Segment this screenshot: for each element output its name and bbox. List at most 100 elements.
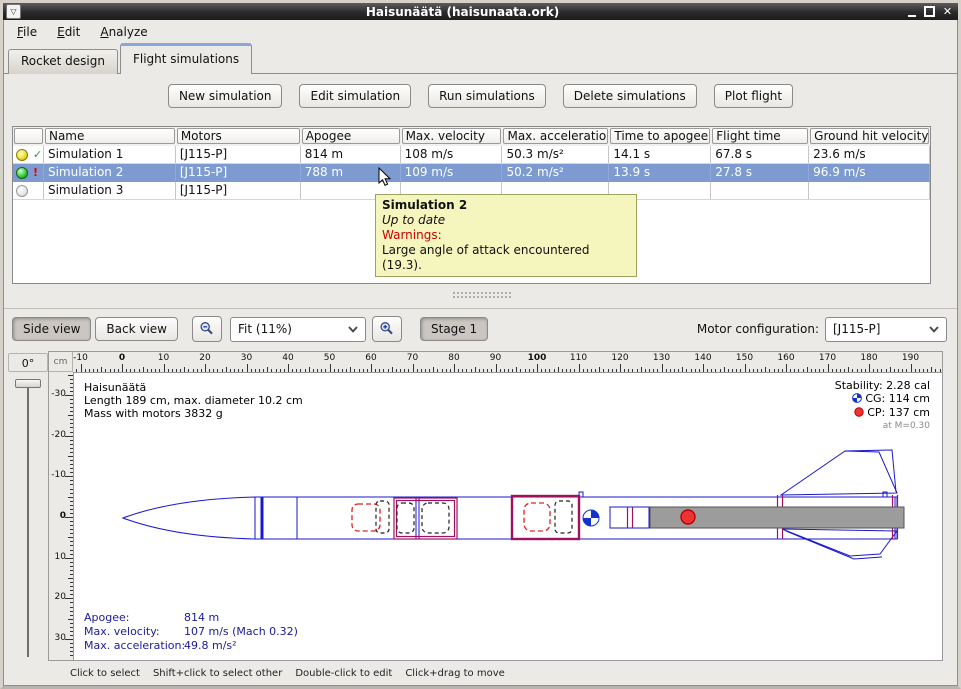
stability-info-block: Stability: 2.28 cal CG: 114 cm CP: 137 c… — [835, 379, 930, 433]
splitter-grip-icon — [452, 291, 512, 299]
stability-value: Stability: 2.28 cal — [835, 379, 930, 392]
cp-label: CP: — [867, 406, 885, 419]
tooltip-warning-text: Large angle of attack encountered (19.3)… — [382, 243, 630, 273]
close-icon: ✕ — [943, 5, 952, 19]
title-bar[interactable]: ▽ Haisunäätä (haisunaata.ork) ✕ — [3, 3, 958, 20]
motor-configuration-group: Motor configuration: [J115-P] — [697, 317, 947, 342]
rocket-name: Haisunäätä — [84, 381, 303, 394]
motor-configuration-label: Motor configuration: — [697, 322, 819, 336]
fin-upper — [781, 451, 897, 495]
mach-note: at M=0.30 — [835, 420, 930, 433]
table-body: ✓Simulation 1[J115-P]814 m108 m/s50.3 m/… — [13, 146, 930, 200]
edit-simulation-button[interactable]: Edit simulation — [299, 84, 411, 108]
hint-bar: Click to selectShift+click to select oth… — [4, 663, 957, 683]
mouse-cursor — [378, 167, 392, 187]
cg-icon — [852, 393, 862, 406]
hint-text: Double-click to edit — [295, 668, 392, 679]
cell-max_acceleration: 50.2 m/s² — [502, 164, 609, 181]
rotation-slider-track — [27, 383, 29, 657]
column-time_to_apogee[interactable]: Time to apogee — [610, 128, 710, 144]
tooltip-warnings-label: Warnings: — [382, 228, 630, 243]
column-apogee[interactable]: Apogee — [302, 128, 400, 144]
back-view-button[interactable]: Back view — [95, 317, 178, 341]
cell-motors: [J115-P] — [176, 182, 301, 199]
max-acceleration-label: Max. acceleration: — [84, 639, 184, 653]
status-ball-icon — [16, 149, 28, 161]
zoom-level-select[interactable]: Fit (11%) — [230, 317, 366, 342]
cell-max_velocity: 108 m/s — [401, 146, 503, 163]
column-status[interactable] — [14, 128, 43, 144]
max-velocity-value: 107 m/s (Mach 0.32) — [184, 625, 298, 639]
new-simulation-button[interactable]: New simulation — [168, 84, 283, 108]
side-view-button[interactable]: Side view — [12, 317, 91, 341]
tab-flight-simulations[interactable]: Flight simulations — [120, 43, 252, 74]
tooltip-status: Up to date — [382, 213, 630, 228]
rocket-info-block: Haisunäätä Length 189 cm, max. diameter … — [84, 381, 303, 420]
cell-flight_time: 27.8 s — [711, 164, 809, 181]
magnifier-minus-icon — [199, 321, 215, 337]
cell-ground_hit_velocity — [809, 182, 930, 199]
minimize-button[interactable] — [904, 5, 919, 19]
rotation-slider-handle[interactable] — [15, 379, 41, 388]
ruler-unit-label: cm — [49, 352, 73, 372]
delete-simulations-button[interactable]: Delete simulations — [563, 84, 697, 108]
cell-ground_hit_velocity: 96.9 m/s — [809, 164, 930, 181]
minimize-icon — [908, 15, 916, 17]
column-max_velocity[interactable]: Max. velocity — [402, 128, 502, 144]
chevron-down-icon — [341, 326, 365, 333]
status-warning-icon: ! — [33, 167, 38, 179]
cg-value: 114 cm — [889, 392, 930, 405]
window-controls: ✕ — [904, 5, 955, 19]
menu-bar: File Edit Analyze — [3, 20, 958, 44]
menu-file[interactable]: File — [11, 22, 43, 42]
cell-max_velocity: 109 m/s — [401, 164, 503, 181]
cell-name: Simulation 2 — [44, 164, 176, 181]
menu-edit[interactable]: Edit — [51, 22, 86, 42]
zoom-in-button[interactable] — [372, 316, 402, 342]
cg-symbol — [583, 510, 599, 526]
cell-time_to_apogee: 13.9 s — [609, 164, 711, 181]
column-max_acceleration[interactable]: Max. acceleration — [503, 128, 608, 144]
column-motors[interactable]: Motors — [177, 128, 300, 144]
column-flight_time[interactable]: Flight time — [712, 128, 808, 144]
hint-text: Shift+click to select other — [153, 668, 282, 679]
simulation-actions: New simulation Edit simulation Run simulat… — [4, 84, 957, 108]
apogee-label: Apogee: — [84, 611, 184, 625]
horizontal-ruler: -100102030405060708090100110120130140150… — [73, 352, 942, 372]
rotation-angle-label: 0° — [8, 353, 48, 372]
chevron-down-icon — [922, 326, 946, 333]
max-velocity-label: Max. velocity: — [84, 625, 184, 639]
cp-value: 137 cm — [889, 406, 930, 419]
zoom-level-value: Fit (11%) — [238, 322, 292, 336]
simulation-tooltip: Simulation 2 Up to date Warnings: Large … — [375, 194, 637, 277]
cg-label: CG: — [865, 392, 885, 405]
motor-configuration-select[interactable]: [J115-P] — [825, 317, 947, 342]
stage-1-button[interactable]: Stage 1 — [420, 317, 488, 341]
cell-apogee: 814 m — [301, 146, 401, 163]
close-button[interactable]: ✕ — [940, 5, 955, 19]
window-icon[interactable]: ▽ — [6, 4, 21, 19]
simulation-row[interactable]: ✓Simulation 1[J115-P]814 m108 m/s50.3 m/… — [13, 146, 930, 164]
zoom-out-button[interactable] — [192, 316, 222, 342]
rocket-dimensions: Length 189 cm, max. diameter 10.2 cm — [84, 394, 303, 407]
fin-upper-back — [845, 450, 896, 492]
simulation-row[interactable]: !Simulation 2[J115-P]788 m109 m/s50.2 m/… — [13, 164, 930, 182]
tab-bar: Rocket design Flight simulations — [8, 44, 254, 74]
split-pane-divider[interactable] — [4, 284, 957, 308]
rocket-canvas[interactable]: Haisunäätä Length 189 cm, max. diameter … — [73, 372, 942, 660]
column-ground_hit_velocity[interactable]: Ground hit velocity — [810, 128, 929, 144]
status-ball-icon — [16, 185, 28, 197]
window-title: Haisunäätä (haisunaata.ork) — [21, 5, 904, 19]
menu-analyze[interactable]: Analyze — [94, 22, 153, 42]
rotation-slider[interactable] — [8, 377, 48, 659]
plot-flight-button[interactable]: Plot flight — [714, 84, 793, 108]
maximize-button[interactable] — [922, 5, 937, 19]
run-simulations-button[interactable]: Run simulations — [428, 84, 546, 108]
tooltip-title: Simulation 2 — [382, 198, 630, 213]
tab-rocket-design[interactable]: Rocket design — [8, 49, 118, 74]
nose-cone — [123, 497, 255, 539]
vertical-ruler: -30-20-100102030 — [49, 372, 73, 660]
cell-max_acceleration: 50.3 m/s² — [502, 146, 609, 163]
cell-ground_hit_velocity: 23.6 m/s — [809, 146, 930, 163]
column-name[interactable]: Name — [45, 128, 175, 144]
